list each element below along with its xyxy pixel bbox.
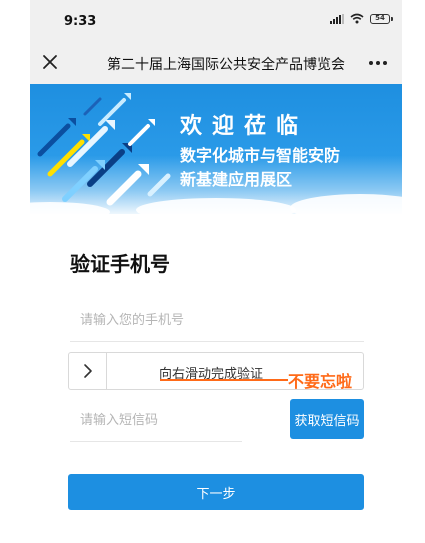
more-icon[interactable]	[368, 56, 388, 70]
banner-subtitle-2: 新基建应用展区	[180, 170, 293, 189]
slide-verify-handle[interactable]	[69, 353, 107, 389]
welcome-banner: 欢迎莅临 数字化城市与智能安防 新基建应用展区	[30, 84, 402, 214]
page-title-bar: 第二十届上海国际公共安全产品博览会	[107, 57, 345, 73]
wifi-icon	[350, 13, 364, 24]
battery-icon: 54	[370, 13, 393, 24]
screen: 9:33 54 第二十届上海国际公共安全产品博览会 欢迎莅临 数字化城市与智能安…	[0, 0, 425, 543]
banner-subtitle-1: 数字化城市与智能安防	[180, 146, 341, 165]
get-sms-code-button[interactable]: 获取短信码	[290, 399, 364, 439]
next-step-button[interactable]: 下一步	[68, 474, 364, 510]
status-time: 9:33	[64, 14, 97, 29]
chevron-right-icon	[83, 364, 92, 378]
status-icons: 54	[330, 13, 393, 24]
form-title: 验证手机号	[70, 252, 170, 276]
annotation-underline	[160, 379, 288, 381]
phone-input[interactable]	[70, 300, 364, 342]
banner-welcome-text: 欢迎莅临	[180, 114, 309, 139]
nav-bar: 第二十届上海国际公共安全产品博览会	[30, 42, 402, 84]
signal-icon	[330, 13, 344, 24]
annotation-text: 不要忘啦	[288, 372, 353, 391]
sms-code-input[interactable]	[70, 400, 242, 442]
status-bar: 9:33 54	[30, 0, 402, 42]
close-icon[interactable]	[42, 54, 58, 70]
